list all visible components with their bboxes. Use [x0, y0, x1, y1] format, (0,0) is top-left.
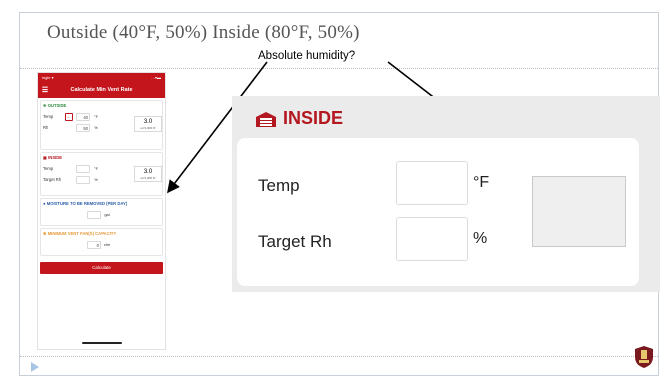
status-icons: …▾▬ — [150, 75, 161, 80]
inside-result-unit: oz/1,000 ft³ — [140, 176, 156, 180]
garage-icon — [256, 111, 276, 127]
droplet-icon: ● — [43, 201, 46, 206]
vent-input[interactable]: 0 — [87, 240, 101, 249]
outside-rh-label: Rh — [43, 125, 49, 130]
slide: Outside (40°F, 50%) Inside (80°F, 50%) A… — [0, 0, 670, 381]
inside-section: ▣ INSIDE Temp °F Target Rh % 3.0 oz/1,00… — [40, 152, 163, 196]
outside-temp-decrement[interactable]: − — [65, 112, 73, 121]
zoomed-temp-input[interactable] — [396, 161, 468, 205]
vent-row: 0 cfm — [43, 239, 160, 250]
vent-unit: cfm — [103, 242, 111, 247]
app-header: ☰ Calculate Min Vent Rate — [38, 82, 165, 98]
zoomed-target-rh-label: Target Rh — [258, 232, 332, 251]
zoomed-temp-unit: °F — [473, 174, 490, 191]
moisture-section: ● MOISTURE TO BE REMOVED (PER DAY) gal — [40, 198, 163, 226]
zoomed-result-box — [532, 176, 626, 247]
menu-icon[interactable]: ☰ — [38, 86, 52, 94]
zoomed-target-rh-unit: % — [473, 230, 488, 247]
outside-rh-unit: % — [94, 125, 98, 130]
outside-section: ❈ OUTSIDE Temp − 40 °F Rh 50 % 3.0 oz/1,… — [40, 100, 163, 150]
vent-section: ✱ MINIMUM VENT FAN(S) CAPACITY 0 cfm — [40, 228, 163, 256]
phone-screenshot: ingle ▾ …▾▬ ☰ Calculate Min Vent Rate ❈ … — [37, 72, 166, 350]
outside-title: ❈ OUTSIDE — [43, 103, 67, 108]
moisture-title-text: MOISTURE TO BE REMOVED (PER DAY) — [46, 201, 128, 206]
outside-temp-input[interactable]: 40 — [76, 112, 90, 121]
inside-rh-unit: % — [94, 177, 98, 182]
inside-temp-input[interactable] — [76, 164, 90, 173]
inside-title-text: INSIDE — [48, 155, 63, 160]
home-indicator — [82, 342, 122, 344]
inside-temp-unit: °F — [93, 166, 99, 171]
outside-temp-unit: °F — [93, 114, 99, 119]
inside-result-value: 3.0 — [143, 169, 153, 175]
inside-rh-input[interactable] — [76, 175, 90, 184]
annotation-label: Absolute humidity? — [258, 50, 356, 62]
inside-rh-label: Target Rh — [43, 177, 62, 182]
inside-temp-label: Temp — [43, 166, 54, 171]
phone-status-bar: ingle ▾ …▾▬ — [38, 73, 165, 82]
moisture-row: gal — [43, 209, 160, 220]
inside-result-box: 3.0 oz/1,000 ft³ — [134, 166, 162, 182]
garage-icon: ▣ — [43, 155, 47, 160]
outside-temp-label: Temp — [43, 114, 54, 119]
status-carrier: ingle ▾ — [42, 75, 54, 80]
calculate-button[interactable]: Calculate — [40, 262, 163, 274]
outside-result-box: 3.0 oz/1,000 ft³ — [134, 116, 162, 132]
moisture-unit: gal — [104, 212, 110, 217]
zoomed-temp-label: Temp — [258, 176, 300, 195]
zoomed-target-rh-input[interactable] — [396, 217, 468, 261]
fan-icon: ✱ — [43, 231, 47, 236]
vent-title: ✱ MINIMUM VENT FAN(S) CAPACITY — [43, 231, 160, 236]
outside-result-value: 3.0 — [143, 119, 153, 125]
inside-title: ▣ INSIDE — [43, 155, 160, 160]
app-title: Calculate Min Vent Rate — [70, 87, 133, 93]
zoomed-inside-title: INSIDE — [283, 108, 344, 128]
moisture-input[interactable] — [87, 210, 101, 219]
moisture-title: ● MOISTURE TO BE REMOVED (PER DAY) — [43, 201, 160, 206]
vent-title-text: MINIMUM VENT FAN(S) CAPACITY — [47, 231, 117, 236]
outside-result-unit: oz/1,000 ft³ — [140, 126, 156, 130]
outside-rh-input[interactable]: 50 — [76, 123, 90, 132]
zoomed-inside-header: INSIDE — [255, 108, 343, 129]
